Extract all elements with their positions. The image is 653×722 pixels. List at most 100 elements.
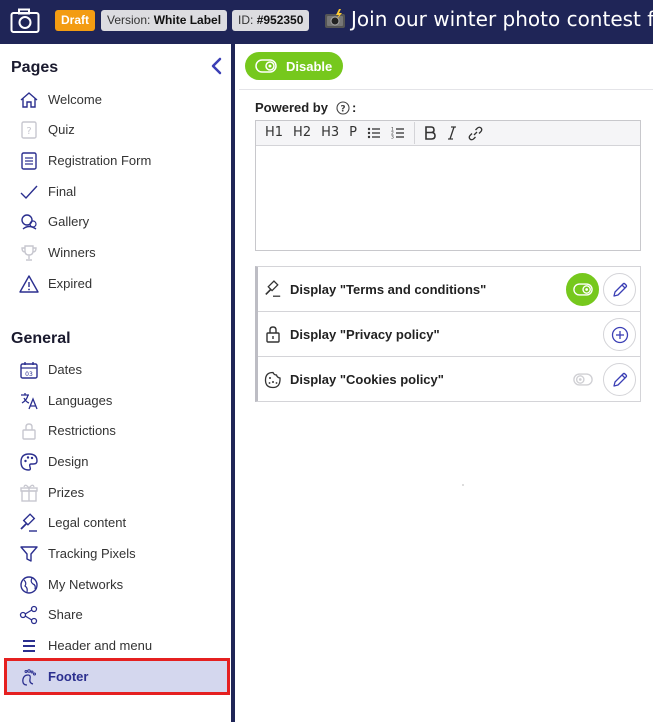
edit-pencil-button[interactable] <box>603 363 636 396</box>
sidebar-item-label: Dates <box>48 362 82 377</box>
sidebar-item-expired[interactable]: Expired <box>4 268 230 299</box>
globe-icon <box>19 575 39 595</box>
id-label: ID: <box>238 13 254 27</box>
toggle-on-button[interactable] <box>566 273 599 306</box>
sidebar-item-label: Design <box>48 454 89 469</box>
id-value: #952350 <box>256 13 304 27</box>
divider <box>239 89 653 90</box>
svg-text:?: ? <box>340 104 345 114</box>
sidebar-item-label: Gallery <box>48 214 90 229</box>
sidebar-item-header-and-menu[interactable]: Header and menu <box>4 630 230 661</box>
sidebar-item-label: Final <box>48 184 77 199</box>
legal-options-list: Display "Terms and conditions" Display "… <box>255 266 641 402</box>
sidebar-item-label: Tracking Pixels <box>48 546 136 561</box>
share-icon <box>19 605 39 625</box>
bullet-list-icon[interactable] <box>362 122 386 144</box>
sidebar-item-prizes[interactable]: Prizes <box>4 477 230 508</box>
version-badge: Version: White Label <box>101 10 228 31</box>
sidebar: Pages Welcome ? Quiz Registration Form F… <box>0 44 235 722</box>
h2-button[interactable]: H2 <box>288 122 316 144</box>
foot-icon <box>19 667 39 687</box>
sidebar-item-restrictions[interactable]: Restrictions <box>4 415 230 446</box>
sidebar-item-label: Expired <box>48 276 93 291</box>
sidebar-item-gallery[interactable]: Gallery <box>4 206 230 237</box>
option-privacy-policy: Display "Privacy policy" <box>258 312 640 357</box>
camera-flash-icon <box>324 9 346 29</box>
sidebar-item-dates[interactable]: 03 Dates <box>4 354 230 385</box>
option-terms-and-conditions: Display "Terms and conditions" <box>258 267 640 312</box>
sidebar-item-label: Header and menu <box>48 638 153 653</box>
sidebar-item-label: Restrictions <box>48 423 116 438</box>
italic-icon[interactable] <box>441 122 463 144</box>
option-label: Display "Terms and conditions" <box>290 281 487 297</box>
sidebar-item-legal-content[interactable]: Legal content <box>4 507 230 538</box>
sidebar-item-label: Legal content <box>48 515 127 530</box>
top-bar: Draft Version: White Label ID: #952350 J… <box>0 0 653 44</box>
option-cookies-policy: Display "Cookies policy" <box>258 357 640 402</box>
sidebar-item-languages[interactable]: Languages <box>4 385 230 416</box>
gift-icon <box>19 483 39 503</box>
sidebar-item-label: Share <box>48 607 83 622</box>
collapse-sidebar-icon[interactable] <box>208 56 226 76</box>
sidebar-item-welcome[interactable]: Welcome <box>4 84 230 115</box>
sidebar-item-footer[interactable]: Footer <box>4 658 230 695</box>
option-label: Display "Cookies policy" <box>290 372 444 387</box>
h1-button[interactable]: H1 <box>260 122 288 144</box>
option-label: Display "Privacy policy" <box>290 326 440 342</box>
general-section-title: General <box>11 330 71 347</box>
sidebar-item-label: Prizes <box>48 485 85 500</box>
status-badge: Draft <box>55 10 96 31</box>
contest-title: Join our winter photo contest fo <box>324 7 653 31</box>
translate-icon <box>19 391 39 411</box>
disable-button-label: Disable <box>286 58 333 74</box>
sidebar-item-share[interactable]: Share <box>4 599 230 630</box>
powered-by-text: Powered by <box>255 100 328 115</box>
id-badge: ID: #952350 <box>232 10 310 31</box>
toggle-off-button[interactable] <box>566 363 599 396</box>
sidebar-item-label: Footer <box>48 669 89 684</box>
numbered-list-icon[interactable]: 123 <box>386 122 410 144</box>
sidebar-item-registration-form[interactable]: Registration Form <box>4 145 230 176</box>
svg-text:?: ? <box>26 126 31 137</box>
sidebar-item-my-networks[interactable]: My Networks <box>4 569 230 600</box>
paragraph-button[interactable]: P <box>344 122 362 144</box>
trophy-icon <box>19 243 39 263</box>
powered-by-label: Powered by ? : <box>255 100 356 115</box>
help-icon[interactable]: ? <box>336 100 350 115</box>
disable-button[interactable]: Disable <box>245 52 343 80</box>
sidebar-item-label: Winners <box>48 245 96 260</box>
editor-toolbar: H1 H2 H3 P 123 <box>256 121 640 146</box>
sidebar-item-tracking-pixels[interactable]: Tracking Pixels <box>4 538 230 569</box>
gavel-icon <box>264 280 282 298</box>
editor-content-area[interactable] <box>256 146 640 250</box>
bold-icon[interactable] <box>419 122 441 144</box>
gallery-icon <box>19 212 39 232</box>
gavel-icon <box>19 512 39 533</box>
sidebar-item-label: Quiz <box>48 122 75 137</box>
quiz-icon: ? <box>19 120 39 140</box>
pages-section-title: Pages <box>11 59 59 76</box>
svg-text:3: 3 <box>391 135 394 141</box>
lock-icon <box>19 421 39 441</box>
sidebar-item-label: My Networks <box>48 577 124 592</box>
sidebar-item-label: Welcome <box>48 92 102 107</box>
sidebar-item-winners[interactable]: Winners <box>4 237 230 268</box>
link-icon[interactable] <box>463 122 488 144</box>
palette-icon <box>19 452 39 472</box>
camera-icon[interactable] <box>10 8 40 39</box>
rich-text-editor[interactable]: H1 H2 H3 P 123 <box>255 120 641 251</box>
contest-text: Join our winter photo contest fo <box>351 7 653 31</box>
toolbar-divider <box>413 122 415 144</box>
loading-dot <box>462 484 464 486</box>
add-button[interactable] <box>603 318 636 351</box>
sidebar-item-quiz[interactable]: ? Quiz <box>4 114 230 145</box>
edit-pencil-button[interactable] <box>603 273 636 306</box>
h3-button[interactable]: H3 <box>316 122 344 144</box>
home-icon <box>19 90 39 110</box>
sidebar-item-design[interactable]: Design <box>4 446 230 477</box>
sidebar-item-final[interactable]: Final <box>4 176 230 207</box>
svg-text:03: 03 <box>25 371 33 378</box>
version-value: White Label <box>153 13 222 27</box>
cookie-icon <box>264 371 282 389</box>
form-icon <box>19 151 39 171</box>
